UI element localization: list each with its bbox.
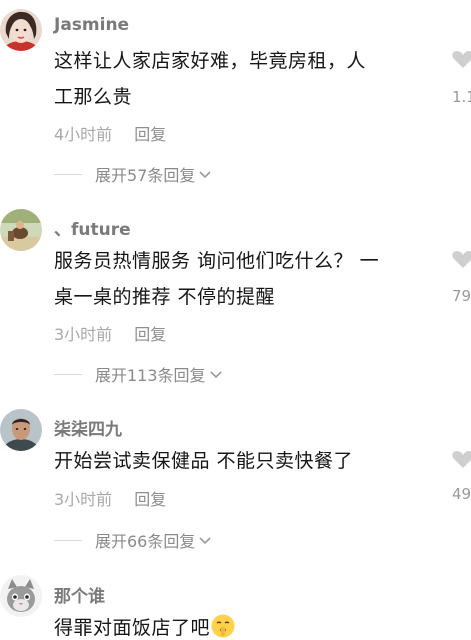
comment-text-line: 服务员热情服务 询问他们吃什么？ 一 (54, 250, 380, 272)
heart-outline-icon (452, 451, 471, 468)
like-count: 79 (452, 287, 471, 305)
comment-text: 开始尝试卖保健品 不能只卖快餐了 (54, 443, 434, 479)
comment-meta: 3小时前 回复 (54, 486, 166, 510)
divider (54, 373, 82, 375)
comment-list: Jasmine 这样让人家店家好难，毕竟房租，人 工那么贵 4小时前 回复 展开5… (0, 0, 471, 640)
comment-text: 这样让人家店家好难，毕竟房租，人 工那么贵 (54, 43, 434, 115)
divider (54, 173, 82, 175)
chevron-down-icon (199, 537, 211, 545)
comment-text-line: 桌一桌的推荐 不停的提醒 (54, 286, 276, 308)
like-button[interactable] (451, 48, 471, 70)
like-count: 49 (452, 485, 471, 503)
expand-replies-label: 展开66条回复 (95, 532, 196, 551)
username[interactable]: Jasmine (54, 15, 129, 35)
comment-time: 3小时前 (54, 325, 113, 344)
comment-text: 得罪对面饭店了吧 (54, 610, 434, 640)
expand-replies-button[interactable]: 展开57条回复 (54, 162, 212, 186)
comment-text-line: 得罪对面饭店了吧 (54, 610, 434, 640)
reply-button[interactable]: 回复 (134, 325, 166, 344)
chevron-down-icon (199, 171, 211, 179)
username[interactable]: 、future (54, 215, 131, 240)
comment-meta: 3小时前 回复 (54, 321, 166, 345)
expand-replies-button[interactable]: 展开113条回复 (54, 362, 223, 386)
reply-button[interactable]: 回复 (134, 125, 166, 144)
comment-time: 4小时前 (54, 125, 113, 144)
heart-outline-icon (452, 51, 471, 68)
comment-text: 服务员热情服务 询问他们吃什么？ 一 桌一桌的推荐 不停的提醒 (54, 243, 434, 315)
expand-replies-label: 展开57条回复 (95, 166, 196, 185)
like-button[interactable] (451, 448, 471, 470)
expand-replies-button[interactable]: 展开66条回复 (54, 528, 212, 552)
comment-time: 3小时前 (54, 490, 113, 509)
chevron-down-icon (209, 371, 222, 379)
like-count: 1.1 (452, 88, 471, 106)
comment-meta: 4小时前 回复 (54, 121, 166, 145)
avatar[interactable] (0, 575, 42, 617)
username[interactable]: 柒柒四九 (54, 415, 122, 440)
expand-replies-label: 展开113条回复 (95, 366, 206, 385)
avatar[interactable] (0, 409, 42, 451)
like-button[interactable] (451, 248, 471, 270)
avatar[interactable] (0, 9, 42, 51)
username[interactable]: 那个谁 (54, 582, 105, 607)
avatar[interactable] (0, 209, 42, 251)
shushing-face-emoji-icon (211, 614, 235, 638)
divider (54, 539, 82, 541)
comment-text-line: 工那么贵 (54, 86, 133, 108)
comment-text-segment: 得罪对面饭店了吧 (54, 617, 211, 639)
heart-outline-icon (452, 251, 471, 268)
comment-text-line: 开始尝试卖保健品 不能只卖快餐了 (54, 450, 354, 472)
reply-button[interactable]: 回复 (134, 490, 166, 509)
comment-text-line: 这样让人家店家好难，毕竟房租，人 (54, 50, 367, 72)
